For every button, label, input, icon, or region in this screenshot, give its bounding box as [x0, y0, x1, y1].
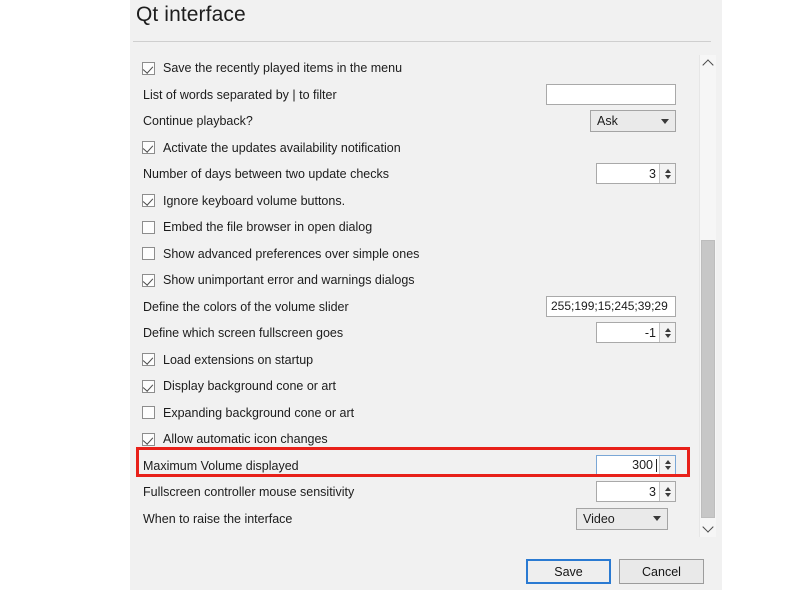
checkbox-checked[interactable] [142, 274, 155, 287]
preference-row: List of words separated by | to filter [136, 82, 676, 109]
preference-label: Display background cone or art [163, 380, 336, 393]
preference-row: Activate the updates availability notifi… [136, 135, 676, 162]
preference-row: Number of days between two update checks… [136, 161, 676, 188]
page-title: Qt interface [136, 3, 246, 27]
chevron-up-icon [702, 59, 713, 70]
spinbox[interactable]: 3 [596, 163, 676, 184]
spinbox-value: 300 [632, 458, 656, 472]
preference-label: Save the recently played items in the me… [163, 62, 402, 75]
title-divider [133, 41, 711, 42]
spinbox[interactable]: -1 [596, 322, 676, 343]
qt-interface-dialog: Qt interface Save the recently played it… [130, 0, 722, 590]
checkbox-checked[interactable] [142, 141, 155, 154]
preference-row: Maximum Volume displayed 300 [136, 453, 676, 480]
text-input[interactable] [546, 84, 676, 105]
preference-label: Embed the file browser in open dialog [163, 221, 372, 234]
chevron-down-icon [661, 119, 669, 124]
spinbox-decrement-icon[interactable] [665, 466, 671, 470]
scroll-down-button[interactable] [700, 520, 716, 537]
preference-label: Number of days between two update checks [143, 168, 389, 181]
preference-row: Expanding background cone or art [136, 400, 676, 427]
spinbox-increment-icon[interactable] [665, 487, 671, 491]
preference-row: Display background cone or art [136, 373, 676, 400]
vertical-scrollbar[interactable] [699, 55, 716, 537]
text-input[interactable]: 255;199;15;245;39;29 [546, 296, 676, 317]
scrollbar-thumb[interactable] [701, 240, 715, 518]
preference-label: Maximum Volume displayed [143, 460, 299, 473]
chevron-down-icon [702, 521, 713, 532]
checkbox-checked[interactable] [142, 353, 155, 366]
preference-row: Show advanced preferences over simple on… [136, 241, 676, 268]
spinbox[interactable]: 3 [596, 481, 676, 502]
preference-row: When to raise the interface Video [136, 506, 676, 533]
spinbox[interactable]: 300 [596, 455, 676, 476]
save-button[interactable]: Save [526, 559, 611, 584]
scroll-up-button[interactable] [700, 55, 716, 72]
preference-label: Continue playback? [143, 115, 253, 128]
preference-label: Expanding background cone or art [163, 407, 354, 420]
spinbox-value: 3 [649, 167, 659, 181]
preference-label: Allow automatic icon changes [163, 433, 328, 446]
preference-row: Continue playback? Ask [136, 108, 676, 135]
spinbox-decrement-icon[interactable] [665, 334, 671, 338]
preference-label: Ignore keyboard volume buttons. [163, 195, 345, 208]
dropdown-value: Ask [597, 114, 618, 128]
preference-label: Load extensions on startup [163, 354, 313, 367]
checkbox-checked[interactable] [142, 194, 155, 207]
preference-label: Show advanced preferences over simple on… [163, 248, 419, 261]
preference-row: Save the recently played items in the me… [136, 55, 676, 82]
dropdown-value: Video [583, 512, 615, 526]
spinbox-decrement-icon[interactable] [665, 493, 671, 497]
preference-row: Allow automatic icon changes [136, 426, 676, 453]
preferences-scroll-area: Save the recently played items in the me… [136, 55, 706, 535]
spinbox-stepper[interactable] [659, 456, 675, 475]
preference-label: List of words separated by | to filter [143, 89, 337, 102]
checkbox-checked[interactable] [142, 380, 155, 393]
spinbox-stepper[interactable] [659, 164, 675, 183]
preference-label: Define which screen fullscreen goes [143, 327, 343, 340]
preference-label: Activate the updates availability notifi… [163, 142, 401, 155]
spinbox-decrement-icon[interactable] [665, 175, 671, 179]
cancel-button[interactable]: Cancel [619, 559, 704, 584]
preference-label: Define the colors of the volume slider [143, 301, 349, 314]
checkbox-checked[interactable] [142, 433, 155, 446]
spinbox-increment-icon[interactable] [665, 460, 671, 464]
preference-row: Ignore keyboard volume buttons. [136, 188, 676, 215]
dropdown[interactable]: Video [576, 508, 668, 530]
preference-row: Define the colors of the volume slider 25… [136, 294, 676, 321]
preference-row: Show unimportant error and warnings dial… [136, 267, 676, 294]
preference-label: Fullscreen controller mouse sensitivity [143, 486, 354, 499]
preference-row: Embed the file browser in open dialog [136, 214, 676, 241]
chevron-down-icon [653, 516, 661, 521]
spinbox-value: -1 [645, 326, 659, 340]
preference-row: Fullscreen controller mouse sensitivity 3 [136, 479, 676, 506]
checkbox-unchecked[interactable] [142, 406, 155, 419]
screenshot-root: Qt interface Save the recently played it… [0, 0, 800, 590]
checkbox-unchecked[interactable] [142, 247, 155, 260]
preference-row: Load extensions on startup [136, 347, 676, 374]
text-cursor [656, 459, 657, 472]
preference-row: Define which screen fullscreen goes -1 [136, 320, 676, 347]
spinbox-value: 3 [649, 485, 659, 499]
preferences-row-list: Save the recently played items in the me… [136, 55, 676, 532]
preference-label: Show unimportant error and warnings dial… [163, 274, 415, 287]
spinbox-stepper[interactable] [659, 323, 675, 342]
preference-label: When to raise the interface [143, 513, 292, 526]
checkbox-checked[interactable] [142, 62, 155, 75]
spinbox-increment-icon[interactable] [665, 328, 671, 332]
checkbox-unchecked[interactable] [142, 221, 155, 234]
dropdown[interactable]: Ask [590, 110, 676, 132]
spinbox-increment-icon[interactable] [665, 169, 671, 173]
spinbox-stepper[interactable] [659, 482, 675, 501]
